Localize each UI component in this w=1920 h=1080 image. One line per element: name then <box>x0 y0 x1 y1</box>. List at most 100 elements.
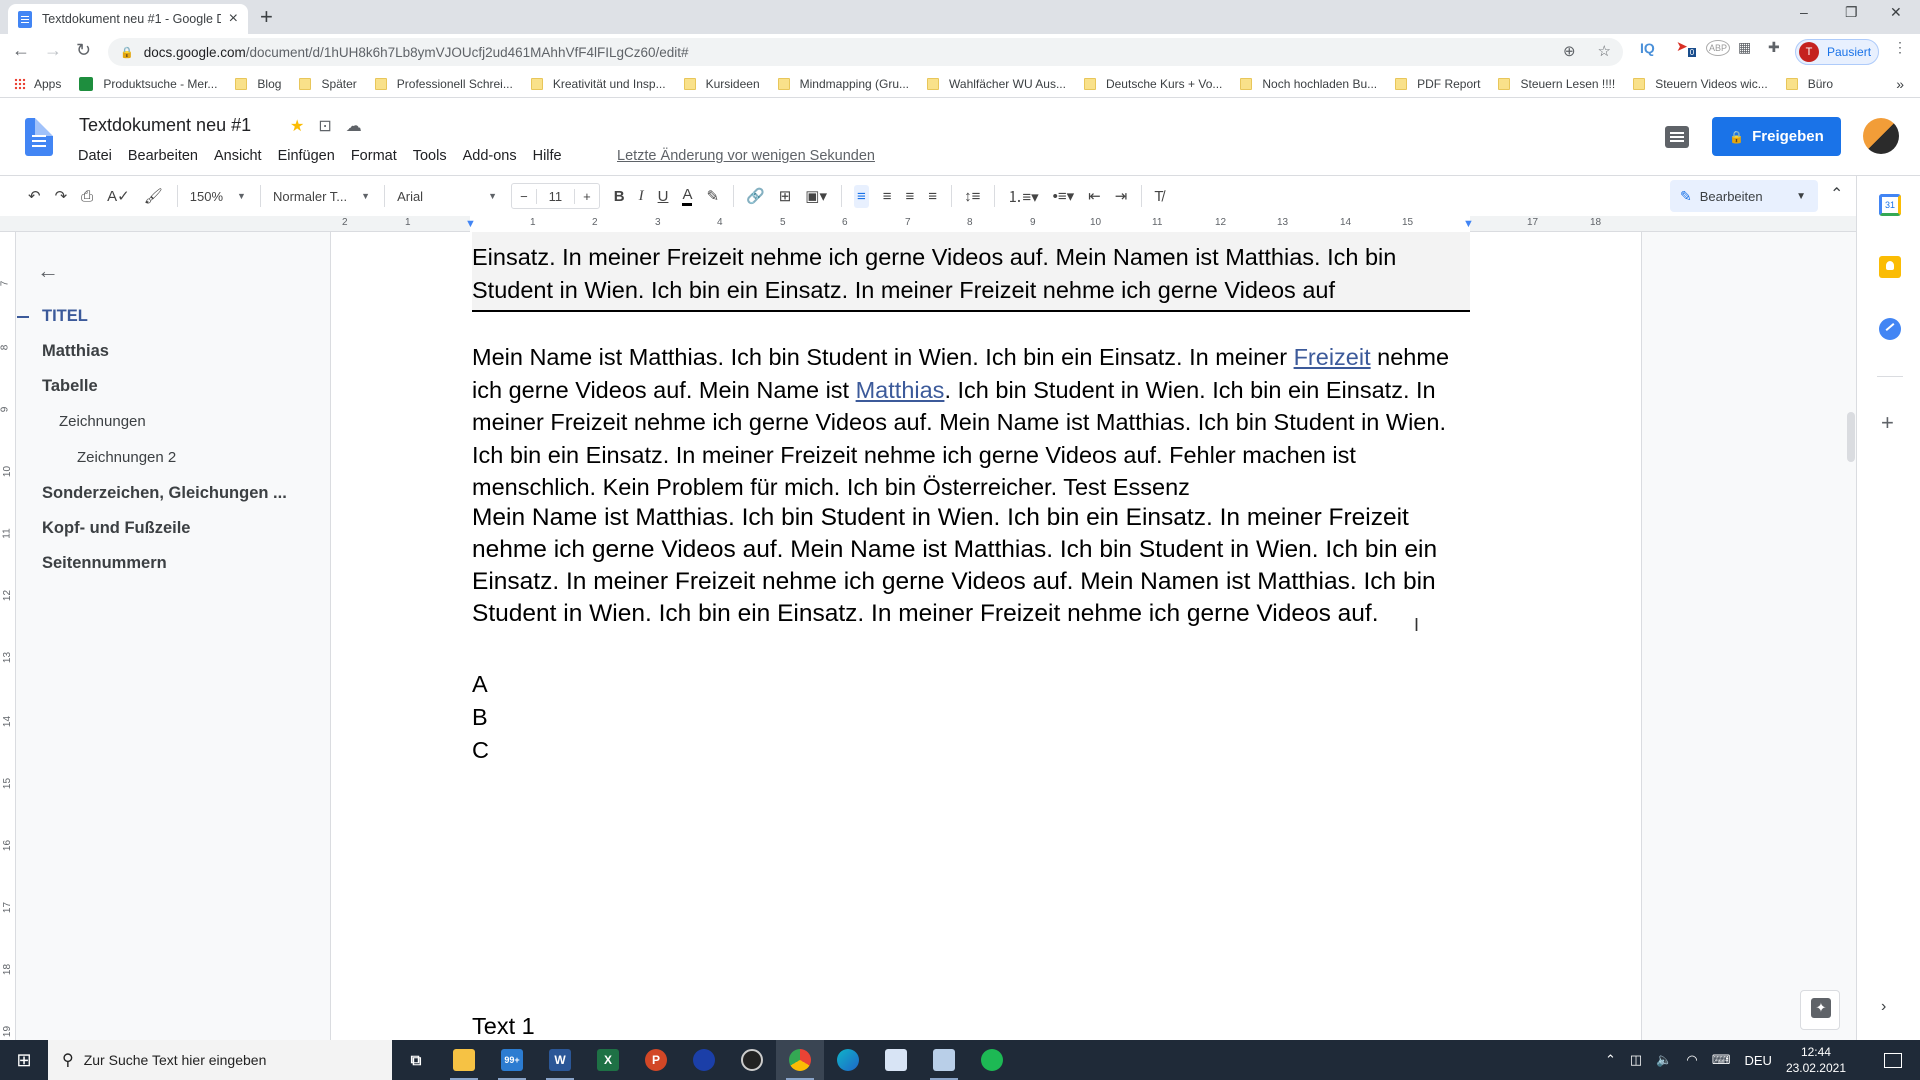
google-docs-logo-icon[interactable] <box>25 118 53 156</box>
align-right-icon[interactable]: ≡ <box>906 188 915 205</box>
undo-icon[interactable]: ↶ <box>28 187 41 205</box>
bold-button[interactable]: B <box>614 188 625 205</box>
left-indent-marker[interactable]: ▼ <box>465 218 476 230</box>
align-center-icon[interactable]: ≡ <box>883 188 892 205</box>
browser-tab[interactable]: Textdokument neu #1 - Google Docs × <box>8 4 248 34</box>
line-spacing-icon[interactable]: ↕≡ <box>964 188 980 205</box>
camera-icon[interactable]: ◫ <box>1630 1052 1642 1068</box>
paint-format-icon[interactable]: 🖌 <box>144 187 163 205</box>
calendar-icon[interactable]: 31 <box>1879 194 1901 216</box>
bookmark-folder[interactable]: Deutsche Kurs + Vo... <box>1083 77 1222 91</box>
close-tab-icon[interactable]: × <box>229 10 238 28</box>
outline-item-tabelle[interactable]: Tabelle <box>42 377 98 396</box>
bulleted-list-icon[interactable]: •≡▾ <box>1053 187 1075 205</box>
menu-tools[interactable]: Tools <box>413 148 447 164</box>
numbered-list-icon[interactable]: ⒈≡▾ <box>1007 186 1038 207</box>
profile-button[interactable]: T Pausiert <box>1795 39 1879 65</box>
list-item[interactable]: C <box>472 734 1472 767</box>
bookmark-folder[interactable]: Mindmapping (Gru... <box>777 77 909 91</box>
excel-icon[interactable]: X <box>584 1040 632 1080</box>
language-indicator[interactable]: DEU <box>1744 1053 1771 1068</box>
extension-badge-icon[interactable]: ➤ 0 <box>1676 38 1697 57</box>
audacity-icon[interactable] <box>680 1040 728 1080</box>
font-select[interactable]: Arial ▼ <box>397 189 497 204</box>
last-edit-link[interactable]: Letzte Änderung vor wenigen Sekunden <box>617 148 875 164</box>
paragraph[interactable]: Mein Name ist Matthias. Ich bin Student … <box>472 502 1472 630</box>
increase-font-size-button[interactable]: + <box>575 189 599 204</box>
obs-icon[interactable] <box>728 1040 776 1080</box>
tray-overflow-icon[interactable]: ⌃ <box>1605 1052 1616 1068</box>
menu-add-ons[interactable]: Add-ons <box>463 148 517 164</box>
document-title[interactable]: Textdokument neu #1 <box>79 115 251 136</box>
expand-side-panel-icon[interactable]: › <box>1881 998 1886 1016</box>
share-button[interactable]: 🔒 Freigeben <box>1712 117 1841 156</box>
address-bar[interactable]: 🔒 docs.google.com /document/d/1hUH8k6h7L… <box>108 38 1623 66</box>
list-item[interactable]: B <box>472 701 1472 734</box>
user-avatar[interactable] <box>1863 118 1899 154</box>
underline-button[interactable]: U <box>658 188 669 205</box>
editing-mode-select[interactable]: ✎ Bearbeiten ▼ <box>1670 180 1818 212</box>
decrease-font-size-button[interactable]: − <box>512 189 536 204</box>
document-page[interactable]: Einsatz. In meiner Freizeit nehme ich ge… <box>330 232 1642 1040</box>
word-icon[interactable]: W <box>536 1040 584 1080</box>
list-item[interactable]: A <box>472 668 1472 701</box>
outline-item-matthias[interactable]: Matthias <box>42 342 109 361</box>
volume-icon[interactable]: 🔈 <box>1656 1052 1672 1068</box>
windows-start-icon[interactable]: ⊞ <box>0 1040 48 1080</box>
paragraph[interactable]: Text 1 <box>472 1010 1472 1040</box>
powerpoint-icon[interactable]: P <box>632 1040 680 1080</box>
font-size-input[interactable]: 11 <box>535 188 576 204</box>
bookmark-folder[interactable]: Steuern Videos wic... <box>1633 77 1768 91</box>
wifi-icon[interactable]: ◠ <box>1686 1052 1697 1068</box>
chrome-icon[interactable] <box>776 1040 824 1080</box>
notepad-icon[interactable] <box>920 1040 968 1080</box>
align-justify-icon[interactable]: ≡ <box>928 188 937 205</box>
iq-extension-icon[interactable]: IQ <box>1640 40 1655 56</box>
outline-item-zeichnungen[interactable]: Zeichnungen <box>59 413 146 430</box>
outline-item-titel[interactable]: TITEL <box>42 307 88 326</box>
link-matthias[interactable]: Matthias <box>856 377 945 403</box>
zoom-icon[interactable]: ⊕ <box>1563 42 1576 60</box>
bookmark-folder[interactable]: Blog <box>235 77 281 91</box>
comment-history-icon[interactable] <box>1665 126 1689 148</box>
menu-ansicht[interactable]: Ansicht <box>214 148 262 164</box>
bookmarks-overflow-icon[interactable]: » <box>1896 76 1904 92</box>
style-select[interactable]: Normaler T... ▼ <box>273 189 370 204</box>
close-window-button[interactable]: ✕ <box>1890 4 1902 21</box>
bookmark-folder[interactable]: Kreativität und Insp... <box>530 77 666 91</box>
bookmark-folder[interactable]: Büro <box>1785 77 1833 91</box>
zoom-select[interactable]: 150% ▼ <box>190 189 246 204</box>
mail-icon[interactable]: 99+ <box>488 1040 536 1080</box>
star-icon[interactable]: ★ <box>290 116 304 136</box>
move-folder-icon[interactable]: ⊡ <box>318 116 331 136</box>
menu-einfuegen[interactable]: Einfügen <box>278 148 335 164</box>
bookmark-folder[interactable]: Später <box>299 77 357 91</box>
bookmark-folder[interactable]: Kursideen <box>683 77 760 91</box>
tasks-icon[interactable] <box>1879 318 1901 340</box>
outline-item-seitennummern[interactable]: Seitennummern <box>42 554 167 573</box>
bookmark-folder[interactable]: Steuern Lesen !!!! <box>1498 77 1615 91</box>
insert-link-icon[interactable]: 🔗 <box>746 187 765 205</box>
reload-icon[interactable]: ↻ <box>76 40 91 61</box>
bookmark-item[interactable]: Produktsuche - Mer... <box>79 76 217 91</box>
bookmark-folder[interactable]: Professionell Schrei... <box>374 77 513 91</box>
paragraph[interactable]: Mein Name ist Matthias. Ich bin Student … <box>472 341 1472 504</box>
redo-icon[interactable]: ↷ <box>55 187 68 205</box>
clear-formatting-icon[interactable]: T̸ <box>1154 188 1163 205</box>
bookmark-apps[interactable]: Apps <box>14 77 61 91</box>
print-icon[interactable]: ⎙ <box>81 188 93 205</box>
increase-indent-icon[interactable]: ⇥ <box>1115 187 1128 205</box>
link-freizeit[interactable]: Freizeit <box>1294 344 1371 370</box>
add-on-plus-icon[interactable]: + <box>1881 410 1894 436</box>
new-tab-button[interactable]: + <box>260 4 273 30</box>
file-explorer-icon[interactable] <box>440 1040 488 1080</box>
task-view-icon[interactable]: ⧉ <box>392 1040 440 1080</box>
chrome-menu-icon[interactable]: ⋮ <box>1893 39 1907 56</box>
restore-button[interactable]: ❐ <box>1845 4 1858 21</box>
outline-item-kopf-fusszeile[interactable]: Kopf- und Fußzeile <box>42 519 190 538</box>
keyboard-icon[interactable]: ⌨ <box>1712 1052 1731 1068</box>
taskbar-search-input[interactable]: ⚲ Zur Suche Text hier eingeben <box>48 1040 392 1080</box>
bookmark-folder[interactable]: Wahlfächer WU Aus... <box>927 77 1066 91</box>
right-indent-marker[interactable]: ▼ <box>1463 218 1474 230</box>
text-color-button[interactable]: A <box>682 186 693 206</box>
